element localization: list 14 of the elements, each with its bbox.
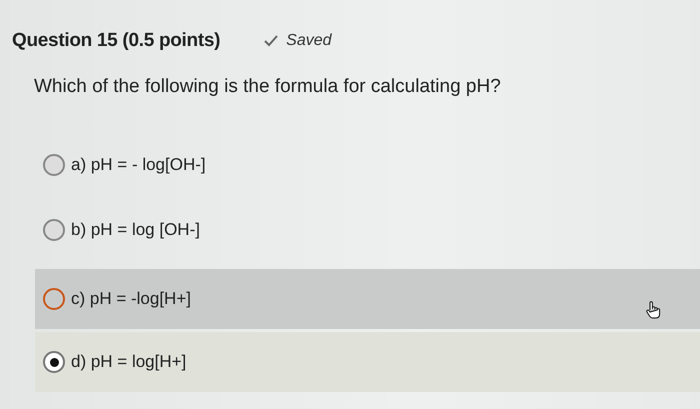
saved-status: Saved — [286, 32, 332, 50]
radio-button[interactable] — [43, 154, 65, 176]
answer-label[interactable]: d) pH = log[H+] — [71, 352, 186, 372]
radio-button[interactable] — [43, 288, 65, 310]
question-text: Which of the following is the formula for calculating pH? — [34, 76, 502, 98]
answer-option-row[interactable]: c) pH = -log[H+] — [35, 269, 700, 329]
answer-label[interactable]: c) pH = -log[H+] — [71, 289, 191, 309]
question-title: Question 15 (0.5 points) — [12, 30, 220, 52]
radio-button[interactable] — [43, 218, 65, 240]
radio-button[interactable] — [43, 351, 65, 373]
answer-label[interactable]: a) pH = - log[OH-] — [71, 154, 206, 174]
answer-label[interactable]: b) pH = log [OH-] — [71, 220, 200, 240]
hand-cursor-icon — [645, 301, 661, 319]
answer-option-row[interactable]: d) pH = log[H+] — [35, 332, 700, 392]
